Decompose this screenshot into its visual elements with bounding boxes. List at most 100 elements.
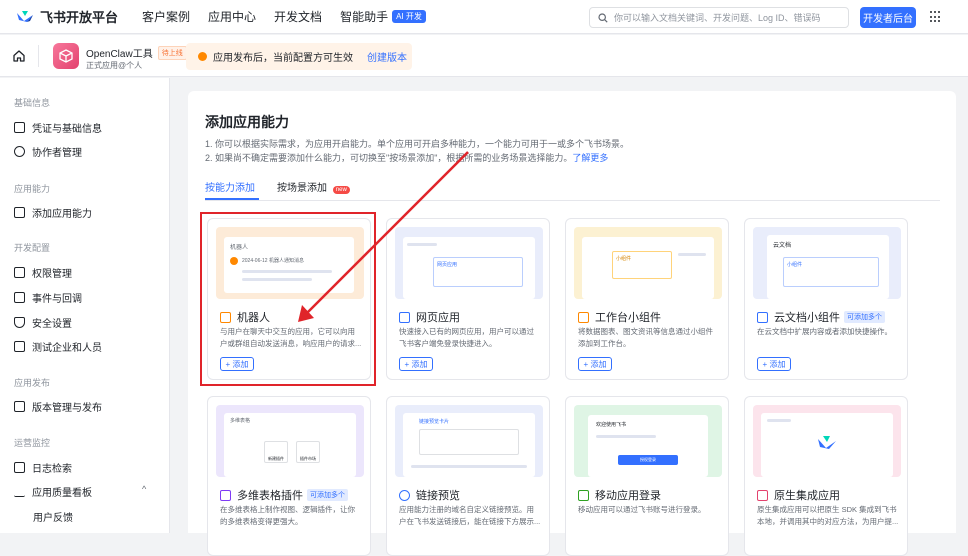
lock-icon xyxy=(14,267,25,278)
apps-grid-icon[interactable] xyxy=(930,11,942,23)
create-version-link[interactable]: 创建版本 xyxy=(367,49,407,64)
capability-card-bitable-plugin[interactable]: 多维表格 新建插件 插件市场 多维表格插件 可添加多个 在多维表格上制作视图、逻… xyxy=(207,396,371,556)
card-title: 移动应用登录 xyxy=(578,487,661,503)
app-avatar xyxy=(53,43,79,69)
card-title-label: 工作台小组件 xyxy=(595,312,661,324)
user-icon xyxy=(14,146,25,157)
capability-card-doc-widget[interactable]: 云文档 小组件 云文档小组件 可添加多个 在云文档中扩展内容或者添加快捷操作。 … xyxy=(744,218,908,380)
capability-card-link-preview[interactable]: 链接预览卡片 链接预览 应用能力注册的域名自定义链接预览。用户在飞书发送链接后，… xyxy=(386,396,550,556)
doc-icon xyxy=(757,311,768,323)
native-app-preview xyxy=(753,405,901,477)
card-title-label: 多维表格插件 xyxy=(237,490,303,502)
add-web-app-button[interactable]: + 添加 xyxy=(399,357,433,371)
learn-more-link[interactable]: 了解更多 xyxy=(572,153,608,163)
tab-label: 按场景添加 xyxy=(277,183,327,194)
tab-by-scenario[interactable]: 按场景添加 new xyxy=(277,179,350,194)
publish-notice: 应用发布后，当前配置方可生效 创建版本 xyxy=(186,43,412,70)
description-line-2-text: 2. 如果尚不确定需要添加什么能力，可切换至"按场景添加"，根据所需的业务场景选… xyxy=(205,153,573,163)
nav-app-center[interactable]: 应用中心 xyxy=(208,8,256,25)
sidebar-item-label: 测试企业和人员 xyxy=(32,343,102,354)
sidebar-item-label: 版本管理与发布 xyxy=(32,403,102,414)
card-description: 移动应用可以通过飞书账号进行登录。 xyxy=(578,505,706,514)
nav-docs[interactable]: 开发文档 xyxy=(274,8,322,25)
card-title-label: 网页应用 xyxy=(416,312,460,324)
multi-add-tag: 可添加多个 xyxy=(307,489,348,501)
sidebar-group-capabilities: 应用能力 xyxy=(14,184,51,194)
nav-assistant[interactable]: 智能助手 AI 开发 xyxy=(340,8,426,25)
sidebar-item-test-users[interactable]: 测试企业和人员 xyxy=(14,339,164,354)
event-icon xyxy=(14,292,25,303)
sidebar-item-versions[interactable]: 版本管理与发布 xyxy=(14,399,164,414)
home-icon[interactable] xyxy=(12,49,26,63)
mobile-icon xyxy=(578,489,589,501)
card-title: 云文档小组件 可添加多个 xyxy=(757,309,885,325)
test-icon xyxy=(14,341,25,352)
add-doc-widget-button[interactable]: + 添加 xyxy=(757,357,791,371)
capability-card-mobile-login[interactable]: 欢迎使用飞书 授权登录 移动应用登录 移动应用可以通过飞书账号进行登录。 xyxy=(565,396,729,556)
tabs-divider xyxy=(205,200,940,201)
log-icon xyxy=(14,462,25,473)
sidebar-group-dev-config: 开发配置 xyxy=(14,243,51,253)
sidebar-item-log-search[interactable]: 日志检索 xyxy=(14,460,164,475)
ai-badge: AI 开发 xyxy=(392,10,426,23)
link-icon xyxy=(399,489,410,501)
preview-line xyxy=(407,243,437,246)
web-app-preview: 网页应用 xyxy=(395,227,543,299)
card-title: 链接预览 xyxy=(399,487,460,503)
card-description: 在云文档中扩展内容或者添加快捷操作。 xyxy=(757,327,892,336)
preview-link-title: 链接预览卡片 xyxy=(419,419,450,425)
search-icon xyxy=(598,12,608,23)
tab-by-capability[interactable]: 按能力添加 xyxy=(205,179,255,194)
web-icon xyxy=(399,311,410,323)
sidebar-item-collaborators[interactable]: 协作者管理 xyxy=(14,144,164,159)
native-app-icon xyxy=(757,489,768,501)
preview-login-button: 授权登录 xyxy=(618,455,678,465)
nav-cases[interactable]: 客户案例 xyxy=(142,8,190,25)
cube-icon xyxy=(59,49,73,63)
sidebar: 基础信息 凭证与基础信息 协作者管理 应用能力 添加应用能力 开发配置 权限管理… xyxy=(0,78,170,533)
card-description: 在多维表格上制作视图、逻辑插件，让你的多维表格变得更强大。 xyxy=(220,505,355,526)
capability-card-native-app[interactable]: 原生集成应用 原生集成应用可以把原生 SDK 集成到飞书本地，并调用其中的对应方… xyxy=(744,396,908,556)
preview-line xyxy=(678,253,706,256)
card-description: 原生集成应用可以把原生 SDK 集成到飞书本地，并调用其中的对应方法，为用户提.… xyxy=(757,505,899,526)
active-tab-indicator xyxy=(205,198,259,200)
preview-window: 多维表格 新建插件 插件市场 xyxy=(224,413,356,477)
brand-logo[interactable]: 飞书开放平台 xyxy=(16,7,118,26)
card-title: 原生集成应用 xyxy=(757,487,840,503)
divider xyxy=(38,45,39,67)
description-line-1: 1. 你可以根据实际需求，为应用开启能力。单个应用可开启多种能力，一个能力可用于… xyxy=(205,139,630,149)
sidebar-item-feedback[interactable]: 用户反馈 xyxy=(33,509,73,524)
sidebar-item-events[interactable]: 事件与回调 xyxy=(14,290,164,305)
link-preview-preview: 链接预览卡片 xyxy=(395,405,543,477)
sidebar-item-label: 凭证与基础信息 xyxy=(32,124,102,135)
card-title-label: 移动应用登录 xyxy=(595,490,661,502)
preview-table-btn-1: 新建插件 xyxy=(264,441,288,463)
app-name: OpenClaw工具 待上线 xyxy=(86,45,187,60)
capability-card-web-app[interactable]: 网页应用 网页应用 快速接入已有的网页应用，用户可以通过飞书客户端免登录快捷进入… xyxy=(386,218,550,380)
doc-widget-preview: 云文档 小组件 xyxy=(753,227,901,299)
add-workplace-widget-button[interactable]: + 添加 xyxy=(578,357,612,371)
capability-card-workplace-widget[interactable]: 小组件 工作台小组件 将数据图表、图文资讯等信息通过小组件添加到工作台。 + 添… xyxy=(565,218,729,380)
developer-console-button[interactable]: 开发者后台 xyxy=(860,7,916,28)
sidebar-item-permissions[interactable]: 权限管理 xyxy=(14,265,164,280)
chevron-up-icon[interactable]: ^ xyxy=(142,484,146,494)
preview-table-name: 多维表格 xyxy=(230,418,251,424)
new-badge: new xyxy=(332,186,350,194)
search-input[interactable]: 你可以输入文档关键词、开发问题、Log ID、错误码 xyxy=(589,7,849,28)
sidebar-item-label: 添加应用能力 xyxy=(32,209,92,220)
sidebar-item-label: 应用质量看板 xyxy=(32,488,92,499)
sidebar-item-security[interactable]: 安全设置 xyxy=(14,315,164,330)
description-line-2: 2. 如果尚不确定需要添加什么能力，可切换至"按场景添加"，根据所需的业务场景选… xyxy=(205,151,608,164)
workplace-widget-preview: 小组件 xyxy=(574,227,722,299)
bar-chart-icon xyxy=(14,486,25,497)
card-description: 快速接入已有的网页应用，用户可以通过飞书客户端免登录快捷进入。 xyxy=(399,327,534,348)
sidebar-group-monitoring: 运营监控 xyxy=(14,438,51,448)
sidebar-item-add-capability[interactable]: 添加应用能力 xyxy=(14,205,164,220)
preview-window xyxy=(761,413,893,477)
search-placeholder: 你可以输入文档关键词、开发问题、Log ID、错误码 xyxy=(614,13,821,23)
card-title: 网页应用 xyxy=(399,309,460,325)
bitable-icon xyxy=(220,489,231,501)
sidebar-item-credentials[interactable]: 凭证与基础信息 xyxy=(14,120,164,135)
preview-line xyxy=(596,435,656,438)
warning-dot-icon xyxy=(198,52,207,61)
